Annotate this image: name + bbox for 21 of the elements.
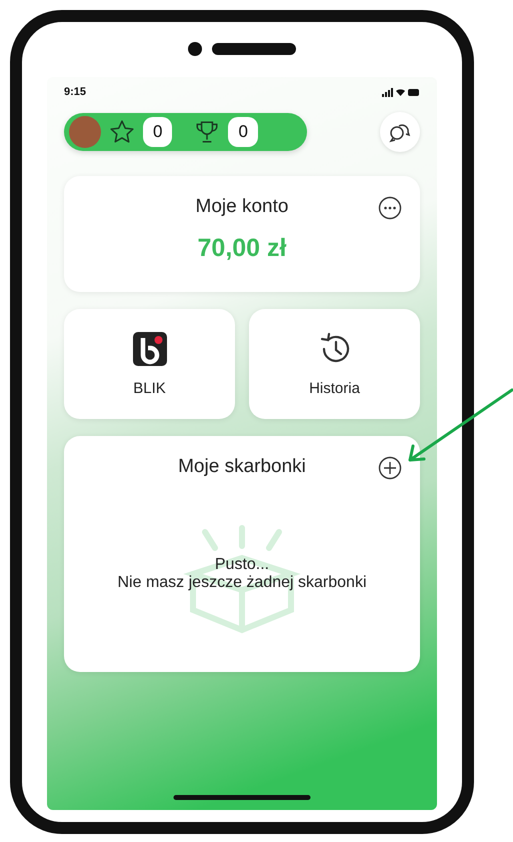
chat-button[interactable] <box>380 112 420 152</box>
shortcut-tile[interactable]: Historia <box>249 309 420 419</box>
shortcut-tile[interactable]: BLIK <box>64 309 235 419</box>
account-title: Moje konto <box>196 196 288 218</box>
star-icon <box>109 119 135 145</box>
status-icons <box>382 87 420 97</box>
empty-title: Pusto... <box>214 556 270 574</box>
account-card[interactable]: Moje konto 70,00 zł <box>64 176 420 292</box>
add-button[interactable] <box>378 456 402 480</box>
trophy-icon <box>194 119 220 145</box>
trophy-count: 0 <box>228 117 258 147</box>
more-icon <box>378 196 402 220</box>
piggy-banks-title: Moje skarbonki <box>178 456 306 478</box>
star-count: 0 <box>143 117 172 147</box>
plus-circle-icon <box>378 456 402 480</box>
camera-dot <box>188 42 202 56</box>
empty-message: Nie masz jeszcze żadnej skarbonki <box>118 574 366 592</box>
blik-logo-icon <box>132 332 166 366</box>
status-time: 9:15 <box>64 86 86 98</box>
more-button[interactable] <box>378 196 402 220</box>
account-balance: 70,00 zł <box>198 234 286 263</box>
